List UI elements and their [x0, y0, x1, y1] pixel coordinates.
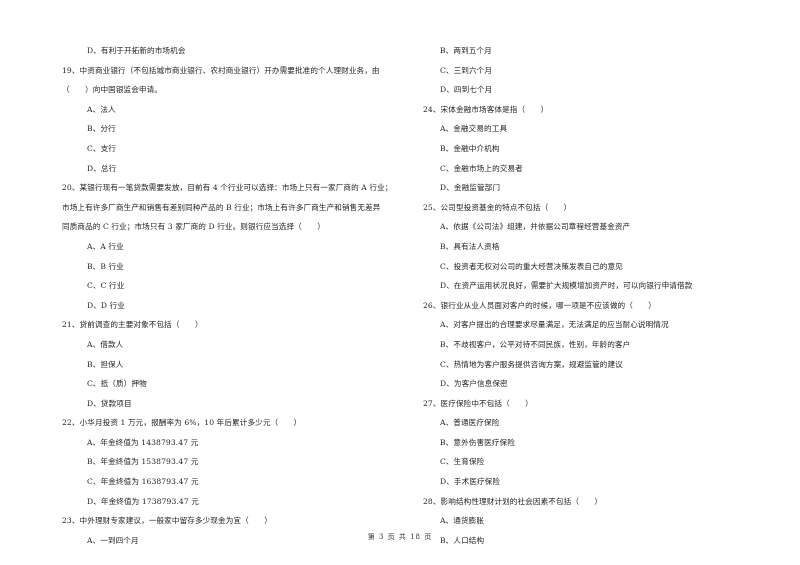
- answer-option: D、年金终值为 1738793.47 元: [87, 496, 199, 506]
- right-column: B、两到五个月 C、三到六个月 D、四到七个月 24、宋体金融市场客体是指（ ） A、金…: [423, 41, 773, 550]
- answer-option: D、手术医疗保险: [440, 477, 501, 487]
- answer-option: A、金融交易的工具: [440, 124, 508, 134]
- question-stem: 20、某银行现有一笔贷款需要发放，目前有 4 个行业可以选择：市场上只有一家厂商…: [62, 183, 393, 193]
- answer-option: D、有利于开拓新的市场机会: [87, 46, 186, 55]
- exam-page: D、有利于开拓新的市场机会 19、中资商业银行（不包括城市商业银行、农村商业银行）…: [0, 0, 800, 565]
- answer-option: C、投资者无权对公司的重大经营决策发表自己的意见: [440, 261, 623, 271]
- answer-option: A、法人: [87, 104, 116, 114]
- page-footer: 第 3 页 共 18 页: [367, 533, 433, 541]
- question-stem: 24、宋体金融市场客体是指（ ）: [423, 104, 549, 114]
- answer-option: B、不歧视客户，公平对待不同民族，性别，年龄的客户: [440, 339, 631, 349]
- answer-option: A、年金终值为 1438793.47 元: [87, 437, 199, 447]
- question-stem-continuation: 同质商品的 C 行业；市场只有 3 家厂商的 D 行业。则银行应当选择（ ）: [62, 222, 325, 232]
- question-stem: 27、医疗保险中不包括（ ）: [423, 398, 533, 408]
- question-stem: 25、公司型投资基金的特点不包括（ ）: [423, 202, 572, 212]
- question-stem: 22、小华月投资 1 万元，报酬率为 6%，10 年后累计多少元（ ）: [62, 418, 302, 428]
- answer-option: B、意外伤害医疗保险: [440, 437, 515, 447]
- answer-option: B、年金终值为 1538793.47 元: [87, 457, 199, 467]
- answer-option: D、四到七个月: [440, 85, 493, 95]
- answer-option: A、通货膨胀: [440, 516, 485, 526]
- answer-option: C、热情地为客户服务提供咨询方案，规避监管的建议: [440, 359, 623, 369]
- answer-option: B、担保人: [87, 359, 124, 369]
- answer-option: C、三到六个月: [440, 65, 493, 75]
- answer-option: B、两到五个月: [440, 46, 492, 55]
- answer-option: D、D 行业: [87, 300, 125, 310]
- answer-option: C、C 行业: [87, 281, 125, 291]
- answer-option: D、金融监管部门: [440, 183, 501, 193]
- answer-option: C、抵（质）押物: [87, 379, 147, 389]
- question-stem-continuation: （ ）向中国银监会申请。: [62, 85, 163, 95]
- answer-option: D、贷款项目: [87, 398, 132, 408]
- answer-option: D、为客户信息保密: [440, 379, 508, 389]
- question-stem: 19、中资商业银行（不包括城市商业银行、农村商业银行）开办需要批准的个人理财业务…: [62, 65, 380, 75]
- answer-option: B、具有法人资格: [440, 241, 500, 251]
- answer-option: A、依据《公司法》组建，并依据公司章程经营基金资产: [440, 222, 631, 232]
- question-stem-continuation: 市场上有许多厂商生产和销售有差别同种产品的 B 行业；市场上有许多厂商生产和销售…: [62, 202, 381, 212]
- question-stem: 23、中外理财专家建议，一般家中留存多少现金为宜（ ）: [62, 516, 272, 526]
- answer-option: C、生育保险: [440, 457, 485, 467]
- answer-option: B、金融中介机构: [440, 143, 500, 153]
- answer-option: A、借款人: [87, 339, 124, 349]
- answer-option: A、A 行业: [87, 241, 124, 251]
- answer-option: B、B 行业: [87, 261, 124, 271]
- answer-option: C、年金终值为 1638793.47 元: [87, 477, 199, 487]
- left-column: D、有利于开拓新的市场机会 19、中资商业银行（不包括城市商业银行、农村商业银行）…: [62, 41, 412, 550]
- answer-option: D、在资产运用状况良好，需要扩大规模增加资产时，可以向银行申请借款: [440, 281, 693, 291]
- answer-option: C、支行: [87, 143, 116, 153]
- question-stem: 21、贷前调查的主要对象不包括（ ）: [62, 320, 203, 330]
- answer-option: C、金融市场上的交易者: [440, 163, 523, 173]
- question-stem: 26、银行业从业人员面对客户的时候，哪一项是不应该做的（ ）: [423, 300, 656, 310]
- question-stem: 28、影响结构性理财计划的社会因素不包括（ ）: [423, 496, 603, 506]
- answer-option: B、分行: [87, 124, 116, 134]
- answer-option: A、普通医疗保险: [440, 418, 500, 428]
- answer-option: A、对客户提出的合理要求尽量满足，无法满足的应当耐心说明情况: [440, 320, 669, 330]
- answer-option: D、总行: [87, 163, 117, 173]
